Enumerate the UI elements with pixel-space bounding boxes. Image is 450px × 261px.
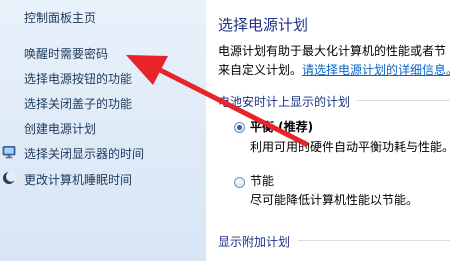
radio-selected-dot: [237, 125, 242, 130]
additional-plans-section-title[interactable]: 显示附加计划: [218, 233, 290, 250]
sidebar-item-sleep-time[interactable]: 更改计算机睡眠时间: [24, 172, 132, 188]
sidebar-item-control-panel-home[interactable]: 控制面板主页: [24, 10, 96, 26]
power-saver-plan-label[interactable]: 节能: [250, 172, 274, 189]
moon-icon: [3, 171, 16, 184]
power-saver-plan-radio[interactable]: [234, 177, 245, 188]
sidebar-item-require-password-on-wake[interactable]: 唤醒时需要密码: [24, 46, 108, 62]
navigation-pane: 控制面板主页 唤醒时需要密码 选择电源按钮的功能 选择关闭盖子的功能 创建电源计…: [0, 0, 206, 261]
power-saver-plan-description: 尽可能降低计算机性能以节能。: [250, 193, 419, 207]
battery-meter-section-title: 电池安时计上显示的计划: [218, 95, 351, 109]
description-prefix: 来自定义计划。: [218, 63, 303, 77]
main-content: 选择电源计划 电源计划有助于最大化计算机的性能或者节 来自定义计划。请选择电源计…: [206, 0, 450, 261]
balanced-plan-label[interactable]: 平衡 (推荐): [250, 118, 313, 135]
section-divider: [356, 100, 450, 101]
sidebar-item-lid-close-function[interactable]: 选择关闭盖子的功能: [24, 96, 132, 112]
sidebar-item-create-power-plan[interactable]: 创建电源计划: [24, 121, 96, 137]
section-divider-2: [298, 240, 450, 241]
balanced-plan-description: 利用可用的硬件自动平衡功耗与性能。: [250, 140, 450, 154]
balanced-plan-radio[interactable]: [234, 122, 245, 133]
page-description: 电源计划有助于最大化计算机的性能或者节 来自定义计划。请选择电源计划的详细信息。: [218, 42, 450, 80]
description-line-2: 来自定义计划。请选择电源计划的详细信息。: [218, 61, 450, 80]
sidebar-item-display-off-time[interactable]: 选择关闭显示器的时间: [24, 146, 144, 162]
plan-details-link[interactable]: 请选择电源计划的详细信息。: [302, 63, 450, 77]
monitor-icon: [2, 146, 16, 159]
sidebar-item-power-button-function[interactable]: 选择电源按钮的功能: [24, 71, 132, 87]
description-line-1: 电源计划有助于最大化计算机的性能或者节: [218, 44, 447, 58]
page-title: 选择电源计划: [218, 16, 309, 34]
